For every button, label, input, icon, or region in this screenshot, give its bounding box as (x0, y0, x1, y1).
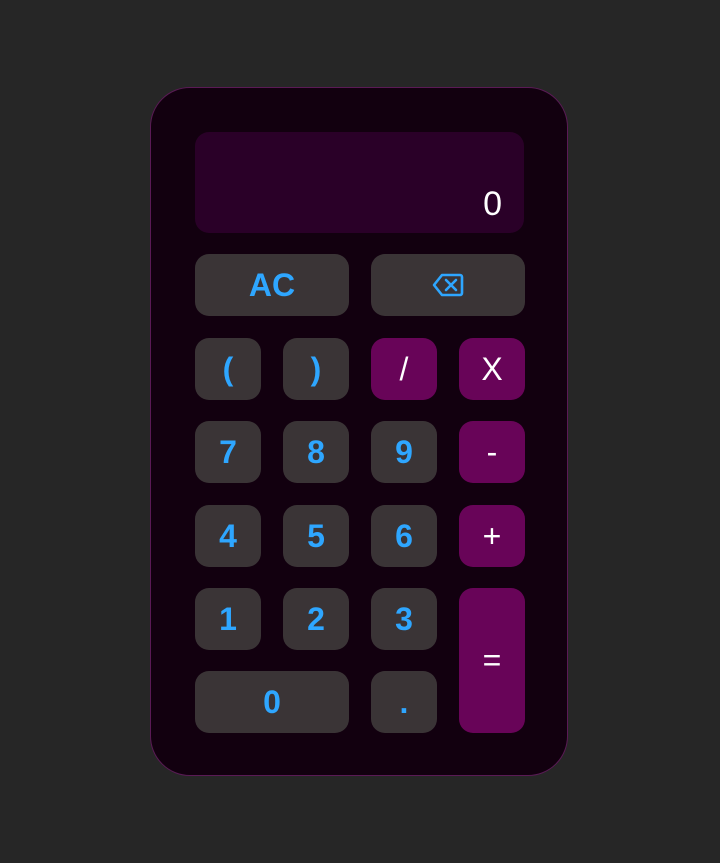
nine-button[interactable]: 9 (371, 421, 437, 483)
eight-button[interactable]: 8 (283, 421, 349, 483)
close-paren-button[interactable]: ) (283, 338, 349, 400)
multiply-button[interactable]: X (459, 338, 525, 400)
calculator: 0 AC ( ) / X 7 8 9 - 4 5 6 + 1 2 3 = 0 . (150, 87, 568, 776)
backspace-button[interactable] (371, 254, 525, 316)
open-paren-button[interactable]: ( (195, 338, 261, 400)
clear-button[interactable]: AC (195, 254, 349, 316)
three-button[interactable]: 3 (371, 588, 437, 650)
divide-button[interactable]: / (371, 338, 437, 400)
six-button[interactable]: 6 (371, 505, 437, 567)
two-button[interactable]: 2 (283, 588, 349, 650)
minus-button[interactable]: - (459, 421, 525, 483)
plus-button[interactable]: + (459, 505, 525, 567)
display-value: 0 (483, 185, 502, 223)
display: 0 (195, 132, 524, 233)
one-button[interactable]: 1 (195, 588, 261, 650)
zero-button[interactable]: 0 (195, 671, 349, 733)
four-button[interactable]: 4 (195, 505, 261, 567)
five-button[interactable]: 5 (283, 505, 349, 567)
decimal-button[interactable]: . (371, 671, 437, 733)
seven-button[interactable]: 7 (195, 421, 261, 483)
equals-button[interactable]: = (459, 588, 525, 733)
backspace-icon (432, 273, 464, 297)
